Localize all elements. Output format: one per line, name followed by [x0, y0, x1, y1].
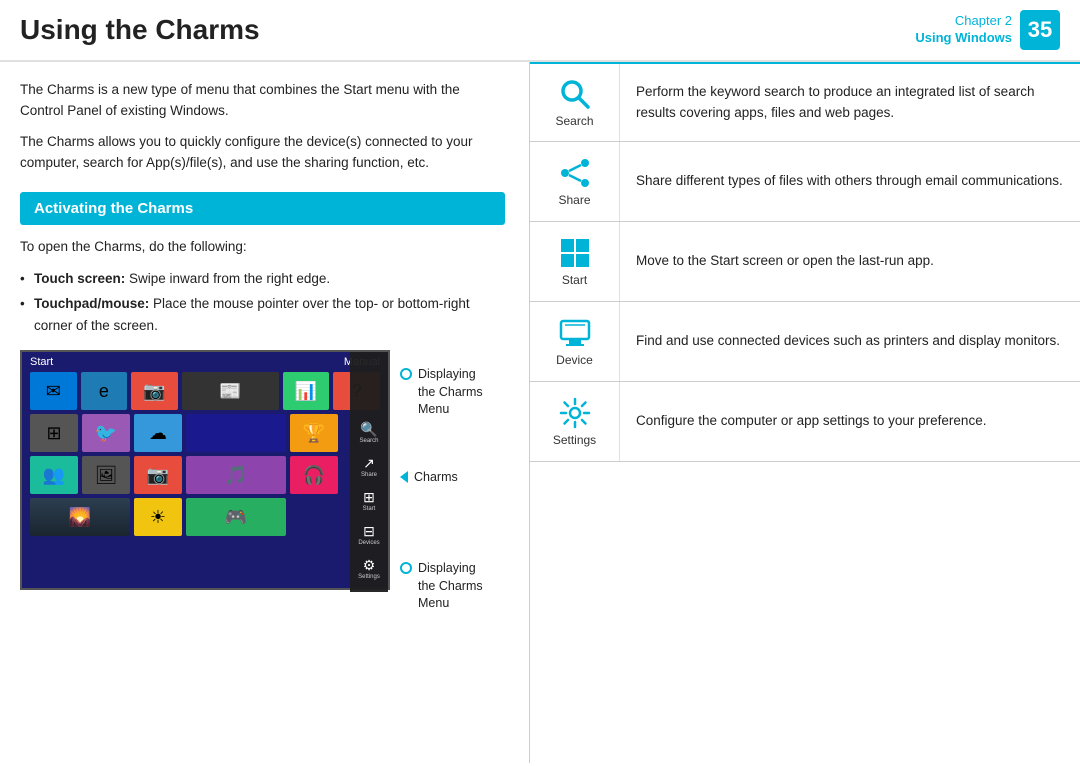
tile-2a: ⊞: [30, 414, 78, 452]
charm-search-mini: 🔍 Search: [354, 418, 384, 446]
charm-label-share: Share: [558, 193, 590, 207]
chapter-badge: Chapter 2 Using Windows 35: [915, 10, 1060, 50]
charm-icon-search: Search: [530, 64, 620, 141]
callout-arrow-mid: [400, 471, 408, 483]
screenshot-titlebar: Start Manual: [22, 352, 388, 372]
tile-row-1: ✉ e 📷 📰 📊 ?: [22, 372, 388, 410]
chapter-sublabel: Using Windows: [915, 30, 1012, 47]
callout-text-mid: Charms: [414, 470, 458, 484]
callout-dot-top: [400, 368, 412, 380]
charm-row-share: Share Share different types of files wit…: [530, 142, 1080, 222]
tile-wide: 📰: [182, 372, 279, 410]
tile-red: 📷: [131, 372, 178, 410]
charm-desc-device: Find and use connected devices such as p…: [620, 302, 1080, 381]
device-icon: [559, 317, 591, 349]
tile-chart: 📊: [283, 372, 330, 410]
charm-label-settings: Settings: [553, 433, 596, 447]
charm-label-device: Device: [556, 353, 593, 367]
tile-3b: 🖼: [82, 456, 130, 494]
search-icon: [559, 78, 591, 110]
charm-icon-start: Start: [530, 222, 620, 301]
tile-trophy: 🏆: [290, 414, 338, 452]
bullet-text-1: Swipe inward from the right edge.: [125, 271, 330, 286]
page-header: Using the Charms Chapter 2 Using Windows…: [0, 0, 1080, 62]
right-column: Search Perform the keyword search to pro…: [530, 62, 1080, 763]
callout-dot-bot: [400, 562, 412, 574]
tile-4b: ☀: [134, 498, 182, 536]
callout-text-bot: Displayingthe CharmsMenu: [418, 560, 483, 613]
bullet-list: Touch screen: Swipe inward from the righ…: [20, 268, 505, 337]
charm-icon-device: Device: [530, 302, 620, 381]
tile-4wide: 🌄: [30, 498, 130, 536]
charm-desc-search: Perform the keyword search to produce an…: [620, 64, 1080, 141]
callout-mid: Charms: [400, 470, 458, 484]
start-icon: [559, 237, 591, 269]
charm-row-search: Search Perform the keyword search to pro…: [530, 62, 1080, 142]
bullet-label-1: Touch screen:: [34, 271, 125, 286]
chapter-info: Chapter 2 Using Windows: [915, 13, 1012, 47]
callout-text-top: Displayingthe CharmsMenu: [418, 366, 483, 419]
charm-row-start: Start Move to the Start screen or open t…: [530, 222, 1080, 302]
intro-paragraph-2: The Charms allows you to quickly configu…: [20, 132, 505, 174]
section-body: To open the Charms, do the following:: [20, 237, 505, 258]
tile-3a: 👥: [30, 456, 78, 494]
charm-settings-mini: ⚙ Settings: [354, 554, 384, 582]
tile-row-2: ⊞ 🐦 ☁ 🏆: [22, 414, 388, 452]
charms-sidebar-screenshot: 🔍 Search ↗ Share ⊞ Start ⊟ Devices: [350, 352, 388, 592]
tile-3c: 📷: [134, 456, 182, 494]
callout-bot: Displayingthe CharmsMenu: [400, 560, 483, 613]
charm-device-mini: ⊟ Devices: [354, 520, 384, 548]
charm-icon-share: Share: [530, 142, 620, 221]
tile-3wide: 🎵: [186, 456, 286, 494]
charm-icon-settings: Settings: [530, 382, 620, 461]
chapter-label: Chapter 2: [915, 13, 1012, 30]
bullet-label-2: Touchpad/mouse:: [34, 296, 149, 311]
list-item: Touch screen: Swipe inward from the righ…: [20, 268, 505, 290]
tile-row-3: 👥 🖼 📷 🎵 🎧: [22, 456, 388, 494]
screenshot-box: Start Manual ✉ e 📷 📰 📊 ? ⊞ 🐦 ☁: [20, 350, 390, 590]
charm-share-mini: ↗ Share: [354, 452, 384, 480]
settings-icon: [559, 397, 591, 429]
screenshot-area: Start Manual ✉ e 📷 📰 📊 ? ⊞ 🐦 ☁: [20, 350, 505, 590]
charm-row-device: Device Find and use connected devices su…: [530, 302, 1080, 382]
charm-label-search: Search: [555, 114, 593, 128]
page-title: Using the Charms: [20, 14, 260, 46]
tile-ie: e: [81, 372, 128, 410]
list-item: Touchpad/mouse: Place the mouse pointer …: [20, 293, 505, 336]
main-content: The Charms is a new type of menu that co…: [0, 62, 1080, 763]
screenshot-title: Start: [30, 356, 53, 368]
left-column: The Charms is a new type of menu that co…: [0, 62, 530, 763]
tile-4wide2: 🎮: [186, 498, 286, 536]
charm-desc-share: Share different types of files with othe…: [620, 142, 1080, 221]
share-icon: [559, 157, 591, 189]
tile-mail: ✉: [30, 372, 77, 410]
chapter-number: 35: [1020, 10, 1060, 50]
charm-desc-settings: Configure the computer or app settings t…: [620, 382, 1080, 461]
charm-label-start: Start: [562, 273, 587, 287]
tile-row-4: 🌄 ☀ 🎮: [22, 498, 388, 536]
tile-2c: ☁: [134, 414, 182, 452]
callout-top: Displayingthe CharmsMenu: [400, 366, 483, 419]
charm-start-mini: ⊞ Start: [354, 486, 384, 514]
intro-paragraph-1: The Charms is a new type of menu that co…: [20, 80, 505, 122]
tile-2wide: [186, 414, 286, 452]
charm-desc-start: Move to the Start screen or open the las…: [620, 222, 1080, 301]
section-title: Activating the Charms: [20, 192, 505, 225]
tile-3e: 🎧: [290, 456, 338, 494]
tile-2b: 🐦: [82, 414, 130, 452]
charm-row-settings: Settings Configure the computer or app s…: [530, 382, 1080, 462]
